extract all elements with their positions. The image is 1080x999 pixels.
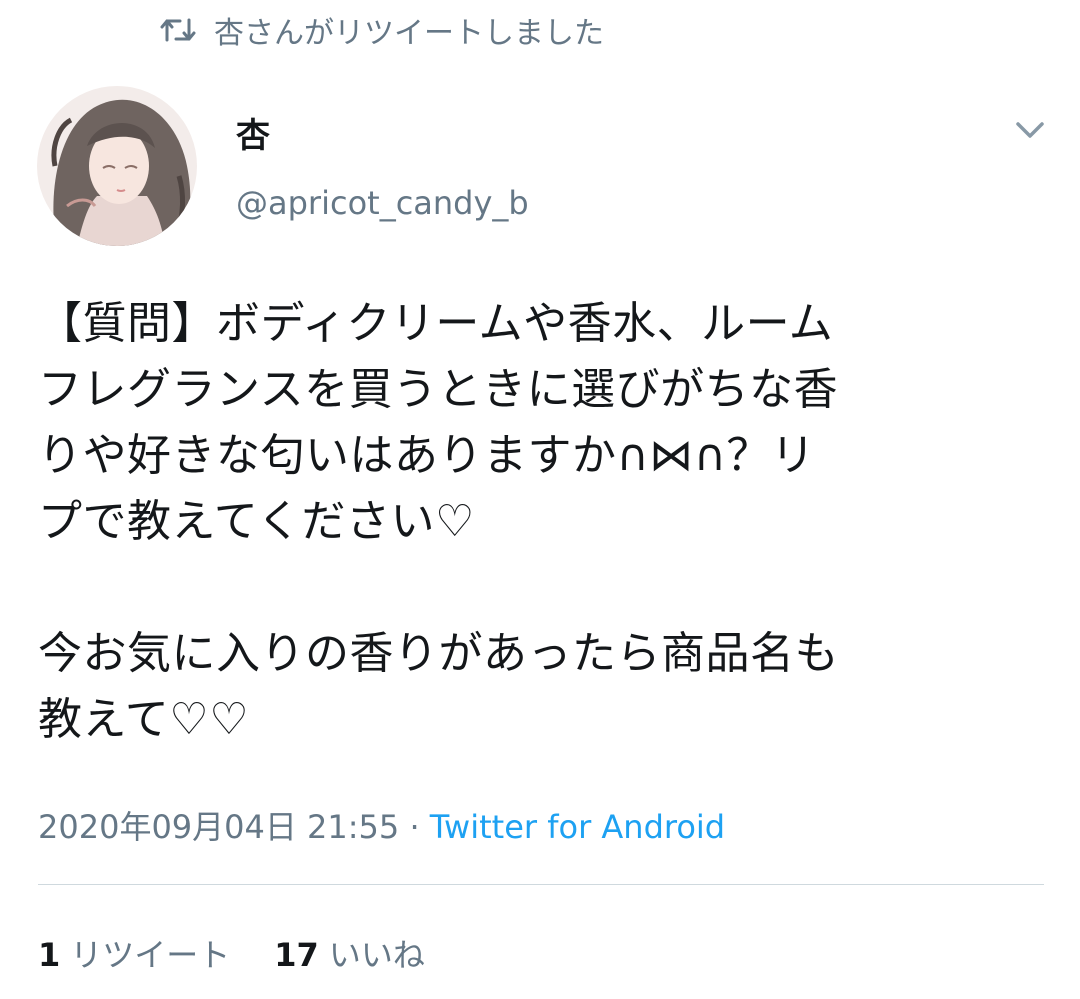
- tweet-stats: 1 リツイート 17 いいね: [38, 930, 425, 976]
- source-link[interactable]: Twitter for Android: [430, 808, 725, 846]
- avatar[interactable]: [37, 86, 197, 246]
- tweet-meta: 2020年09月04日 21:55 · Twitter for Android: [38, 802, 725, 848]
- divider: [38, 884, 1044, 885]
- retweets-stat[interactable]: 1 リツイート: [38, 930, 230, 976]
- chevron-down-icon[interactable]: [1010, 112, 1050, 148]
- retweets-label: リツイート: [70, 936, 231, 974]
- likes-stat[interactable]: 17 いいね: [274, 930, 425, 976]
- display-name[interactable]: 杏: [236, 108, 270, 157]
- retweet-context-text: 杏さんがリツイートしました: [214, 16, 604, 51]
- retweet-context: 杏さんがリツイートしました: [160, 6, 604, 54]
- likes-label: いいね: [328, 936, 425, 974]
- user-handle[interactable]: @apricot_candy_b: [236, 184, 529, 222]
- timestamp[interactable]: 2020年09月04日 21:55: [38, 808, 399, 846]
- retweet-icon: [160, 16, 196, 44]
- meta-separator: ·: [399, 808, 430, 846]
- likes-count: 17: [274, 936, 319, 974]
- tweet-text: 【質問】ボディクリームや香水、ルーム フレグランスを買うときに選びがちな香 りや…: [38, 298, 839, 745]
- retweets-count: 1: [38, 936, 61, 974]
